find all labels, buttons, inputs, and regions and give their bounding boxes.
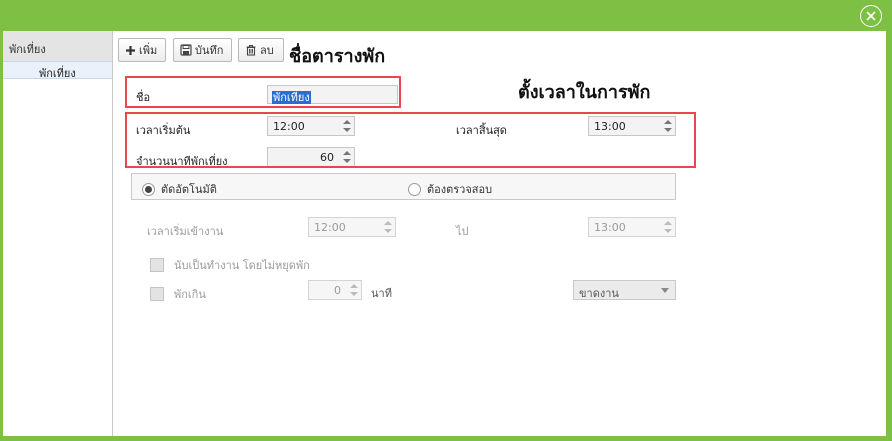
radio-circle: [142, 182, 155, 196]
radio-circle: [408, 182, 421, 196]
over-break-checkbox[interactable]: พักเกิน: [150, 285, 206, 303]
sidebar-item-lunch-break[interactable]: พักเที่ยง: [3, 61, 112, 80]
over-break-minutes-stepper[interactable]: 0: [308, 280, 362, 300]
down-arrow-icon[interactable]: [663, 228, 672, 233]
absence-type-value: ขาดงาน: [579, 287, 619, 300]
to-time-stepper[interactable]: 13:00: [588, 217, 676, 237]
minutes-unit-label: นาที: [371, 287, 392, 300]
schedule-name-annotation: ชื่อตารางพัก: [289, 46, 386, 67]
title-bar: [0, 0, 892, 31]
up-arrow-icon[interactable]: [663, 221, 672, 226]
count-as-work-checkbox[interactable]: นับเป็นทำงาน โดยไม่หยุดพัก: [150, 256, 310, 274]
sidebar-item-label: พักเที่ยง: [39, 67, 76, 80]
delete-button[interactable]: ลบ: [238, 38, 284, 62]
add-button[interactable]: เพิ่ม: [118, 38, 166, 62]
up-arrow-icon[interactable]: [383, 221, 392, 226]
checkbox-box: [150, 287, 164, 301]
add-button-label: เพิ่ม: [139, 44, 158, 57]
main-panel: เพิ่ม บันทึก ลบ ชื่อตารางพัก ตั้งเวลาในก…: [114, 31, 886, 436]
down-arrow-icon[interactable]: [349, 291, 358, 296]
over-break-label: พักเกิน: [174, 288, 206, 301]
work-start-stepper[interactable]: 12:00: [308, 217, 396, 237]
name-highlight-box: [125, 76, 401, 108]
up-arrow-icon[interactable]: [349, 284, 358, 289]
work-start-label: เวลาเริ่มเข้างาน: [147, 225, 224, 238]
deduction-mode-group: ตัดอัตโนมัติ ต้องตรวจสอบ: [131, 173, 676, 200]
radio-dot: [145, 185, 152, 193]
set-break-time-annotation: ตั้งเวลาในการพัก: [518, 82, 651, 103]
save-button[interactable]: บันทึก: [173, 38, 232, 62]
radio-auto-deduct[interactable]: ตัดอัตโนมัติ: [142, 180, 217, 198]
radio-require-check-label: ต้องตรวจสอบ: [427, 183, 493, 196]
to-time-value: 13:00: [594, 221, 626, 234]
absence-type-select[interactable]: ขาดงาน: [573, 280, 676, 300]
down-arrow-icon[interactable]: [383, 228, 392, 233]
break-schedule-window: พักเที่ยง พักเที่ยง เพิ่ม บันทึก ลบ ชื่อ…: [3, 31, 886, 436]
plus-icon: [126, 45, 135, 55]
radio-require-check[interactable]: ต้องตรวจสอบ: [408, 180, 492, 198]
sidebar: พักเที่ยง พักเที่ยง: [3, 31, 113, 436]
break-time-highlight-box: [125, 112, 696, 168]
chevron-down-icon: [661, 288, 669, 293]
delete-button-label: ลบ: [260, 44, 274, 57]
checkbox-box: [150, 258, 164, 272]
floppy-disk-icon: [180, 44, 192, 56]
trash-icon: [246, 44, 256, 56]
count-as-work-label: นับเป็นทำงาน โดยไม่หยุดพัก: [174, 259, 310, 272]
save-button-label: บันทึก: [195, 44, 224, 57]
sidebar-header: พักเที่ยง: [3, 31, 112, 61]
close-icon[interactable]: [860, 5, 882, 27]
work-start-value: 12:00: [314, 221, 346, 234]
radio-auto-deduct-label: ตัดอัตโนมัติ: [161, 183, 217, 196]
to-label: ไป: [456, 225, 469, 238]
over-break-minutes-value: 0: [334, 284, 341, 297]
